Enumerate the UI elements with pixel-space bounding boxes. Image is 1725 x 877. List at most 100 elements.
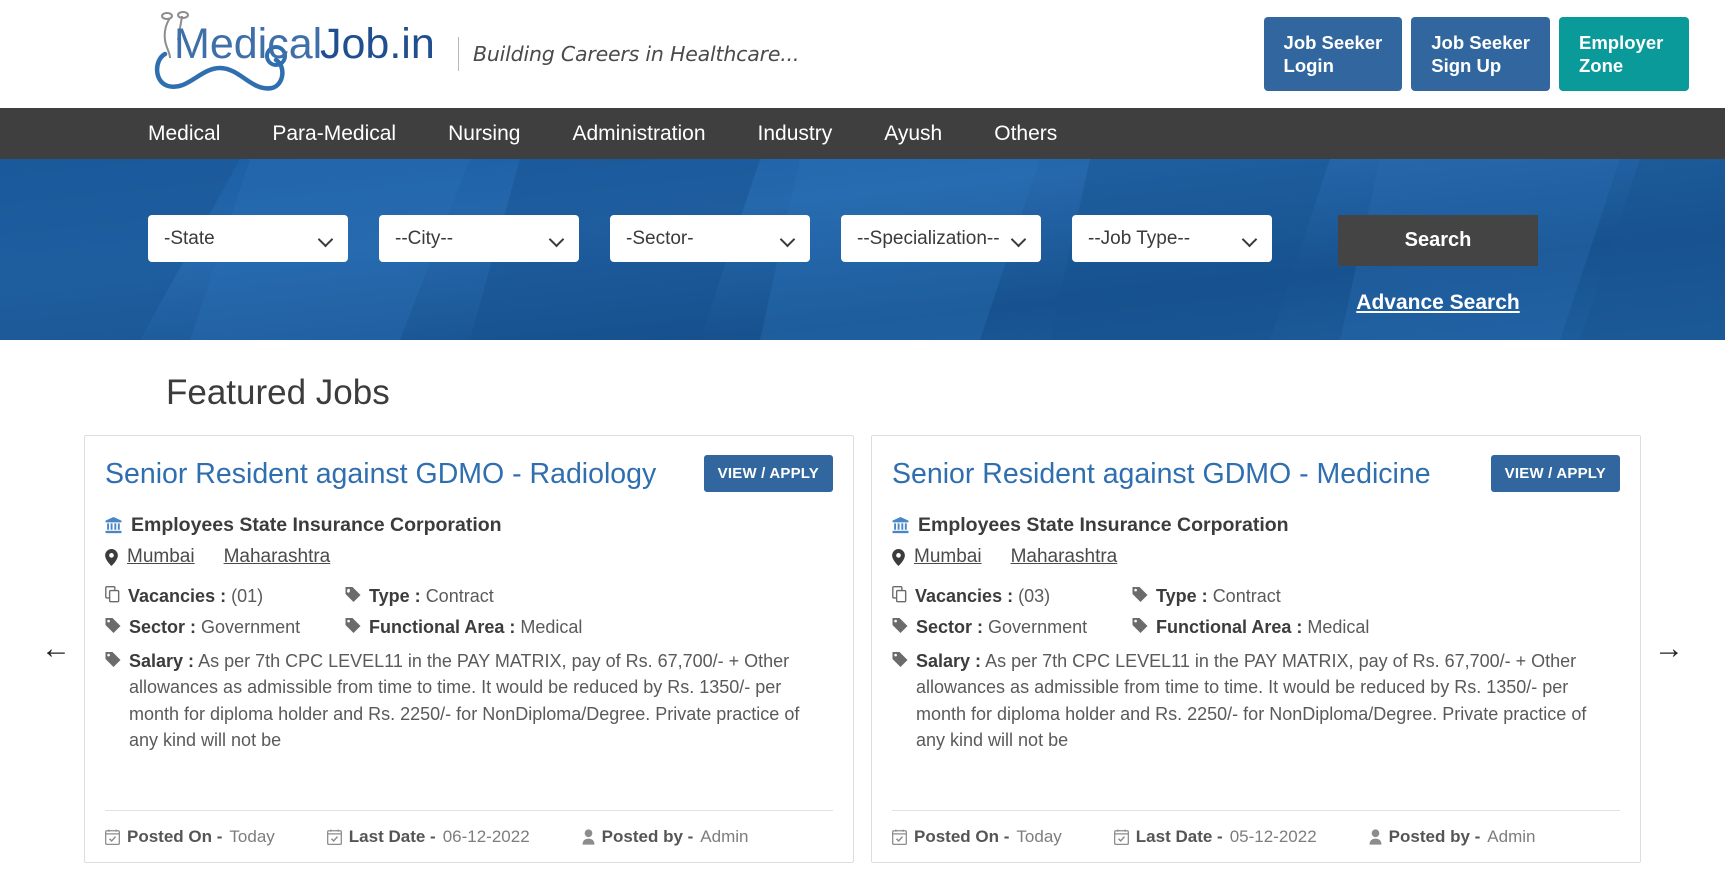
- search-banner: -State --City-- -Sector- --Specializatio…: [0, 159, 1725, 340]
- city-select-wrap: --City--: [379, 215, 579, 262]
- carousel-next-arrow-icon[interactable]: →: [1641, 634, 1697, 664]
- posted-by-label: Posted by -: [1388, 826, 1481, 846]
- job-company-name: Employees State Insurance Corporation: [131, 514, 502, 537]
- advance-search-link[interactable]: Advance Search: [1356, 291, 1519, 315]
- sector-value: Government: [988, 617, 1088, 638]
- job-seeker-login-button[interactable]: Job Seeker Login: [1263, 16, 1403, 92]
- calendar-icon: [1113, 829, 1129, 845]
- carousel-prev-arrow-icon[interactable]: ←: [28, 634, 84, 664]
- job-functional-area: Functional Area : Medical: [345, 617, 833, 638]
- tag-icon: [105, 652, 121, 668]
- tag-icon: [105, 618, 121, 634]
- last-date-value: 05-12-2022: [1229, 826, 1317, 846]
- job-last-date: Last Date - 06-12-2022: [326, 827, 530, 847]
- specialization-select[interactable]: --Specialization--: [841, 215, 1041, 262]
- job-vacancies: Vacancies : (03): [892, 586, 1132, 607]
- job-salary: Salary : As per 7th CPC LEVEL11 in the P…: [892, 648, 1620, 753]
- state-select[interactable]: -State: [148, 215, 348, 262]
- sector-label: Sector :: [916, 617, 984, 638]
- posted-by-label: Posted by -: [601, 826, 694, 846]
- job-type-select-wrap: --Job Type--: [1072, 215, 1272, 262]
- site-header: Medical Job.in Building Careers in Healt…: [0, 0, 1725, 108]
- job-location-row: Mumbai Maharashtra: [892, 546, 1620, 568]
- job-card-footer: Posted On - Today Last Date - 05-12-2022: [892, 810, 1620, 862]
- vacancies-value: (01): [231, 586, 264, 607]
- job-salary: Salary : As per 7th CPC LEVEL11 in the P…: [105, 648, 833, 753]
- posted-on-label: Posted On -: [127, 826, 223, 846]
- posted-by-value: Admin: [700, 826, 749, 846]
- posted-by-value: Admin: [1487, 826, 1536, 846]
- nav-item-medical[interactable]: Medical: [148, 122, 220, 146]
- sector-select[interactable]: -Sector-: [610, 215, 810, 262]
- job-company-name: Employees State Insurance Corporation: [918, 514, 1289, 537]
- job-last-date: Last Date - 05-12-2022: [1113, 826, 1317, 847]
- job-posted-by: Posted by - Admin: [1369, 826, 1536, 847]
- job-card[interactable]: Senior Resident against GDMO - Radiology…: [84, 435, 854, 863]
- nav-item-administration[interactable]: Administration: [572, 122, 705, 146]
- institution-icon: [105, 517, 122, 534]
- job-company-row: Employees State Insurance Corporation: [105, 514, 833, 537]
- job-sector: Sector : Government: [892, 617, 1132, 638]
- job-functional-area: Functional Area : Medical: [1132, 617, 1620, 638]
- main-navigation: Medical Para-Medical Nursing Administrat…: [0, 108, 1725, 159]
- salary-label: Salary :: [129, 651, 195, 672]
- salary-value: As per 7th CPC LEVEL11 in the PAY MATRIX…: [916, 651, 1587, 750]
- nav-item-ayush[interactable]: Ayush: [884, 122, 942, 146]
- functional-area-label: Functional Area :: [1156, 617, 1303, 638]
- calendar-check-icon: [105, 829, 120, 845]
- sector-select-wrap: -Sector-: [610, 215, 810, 262]
- search-filter-bar: -State --City-- -Sector- --Specializatio…: [0, 159, 1725, 315]
- nav-item-others[interactable]: Others: [994, 122, 1057, 146]
- job-city-link[interactable]: Mumbai: [127, 546, 195, 568]
- map-pin-icon: [105, 548, 118, 566]
- job-meta-grid: Vacancies : (01) Type : Contract Sector …: [105, 586, 833, 638]
- tag-icon: [1132, 587, 1148, 603]
- job-meta-grid: Vacancies : (03) Type : Contract Sector …: [892, 586, 1620, 638]
- featured-jobs-title: Featured Jobs: [166, 373, 390, 412]
- job-state-link[interactable]: Maharashtra: [224, 546, 331, 568]
- type-value: Contract: [425, 586, 494, 607]
- job-seeker-signup-button[interactable]: Job Seeker Sign Up: [1411, 16, 1550, 92]
- search-button[interactable]: Search: [1338, 215, 1538, 266]
- salary-value: As per 7th CPC LEVEL11 in the PAY MATRIX…: [129, 651, 800, 750]
- job-posted-by: Posted by - Admin: [582, 826, 749, 847]
- job-company-row: Employees State Insurance Corporation: [892, 514, 1620, 537]
- institution-icon: [892, 517, 909, 534]
- copy-icon: [105, 586, 120, 603]
- posted-on-label: Posted On -: [914, 826, 1010, 846]
- calendar-check-icon: [892, 829, 907, 845]
- job-type: Type : Contract: [345, 586, 833, 607]
- calendar-icon: [326, 829, 342, 845]
- vacancies-value: (03): [1018, 586, 1051, 607]
- user-icon: [582, 828, 595, 845]
- type-label: Type :: [369, 586, 421, 607]
- job-type-select[interactable]: --Job Type--: [1072, 215, 1272, 262]
- job-sector: Sector : Government: [105, 617, 345, 638]
- city-select[interactable]: --City--: [379, 215, 579, 262]
- tag-icon: [892, 652, 908, 668]
- type-value: Contract: [1212, 586, 1281, 607]
- job-type: Type : Contract: [1132, 586, 1620, 607]
- nav-item-para-medical[interactable]: Para-Medical: [272, 122, 396, 146]
- salary-label: Salary :: [916, 651, 982, 672]
- type-label: Type :: [1156, 586, 1208, 607]
- tag-icon: [345, 587, 361, 603]
- job-posted-on: Posted On - Today: [105, 827, 275, 847]
- medicaljob-logo-icon: Medical Job.in: [154, 11, 435, 91]
- nav-item-industry[interactable]: Industry: [758, 122, 833, 146]
- vacancies-label: Vacancies :: [128, 586, 227, 607]
- site-logo[interactable]: Medical Job.in Building Careers in Healt…: [148, 10, 799, 98]
- search-actions: Search Advance Search: [1338, 215, 1538, 315]
- job-card[interactable]: Senior Resident against GDMO - Medicine …: [871, 435, 1641, 863]
- job-posted-on: Posted On - Today: [892, 827, 1062, 847]
- job-city-link[interactable]: Mumbai: [914, 546, 982, 568]
- sector-value: Government: [201, 617, 301, 638]
- functional-area-value: Medical: [1307, 617, 1370, 638]
- employer-zone-button[interactable]: Employer Zone: [1559, 16, 1689, 92]
- state-select-wrap: -State: [148, 215, 348, 262]
- view-apply-button[interactable]: VIEW / APPLY: [1490, 455, 1620, 492]
- site-tagline: Building Careers in Healthcare...: [473, 42, 800, 66]
- nav-item-nursing[interactable]: Nursing: [448, 122, 520, 146]
- view-apply-button[interactable]: VIEW / APPLY: [703, 455, 833, 492]
- job-state-link[interactable]: Maharashtra: [1011, 546, 1118, 568]
